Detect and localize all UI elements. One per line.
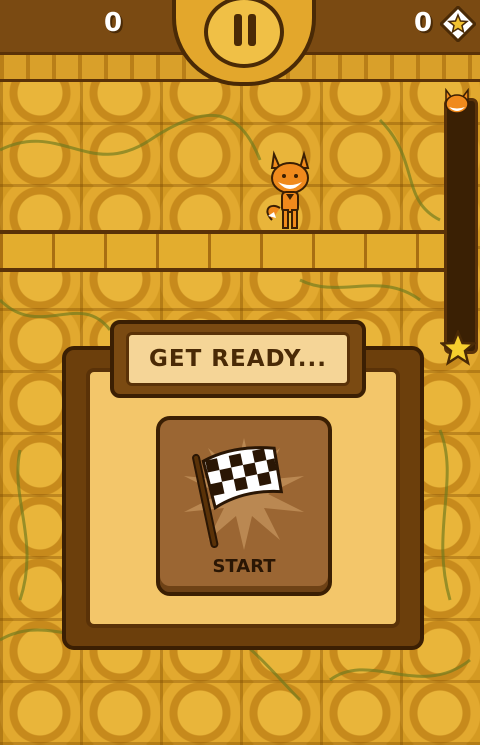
- title-banner-inner: GET READY...: [126, 332, 350, 386]
- game-screen: 0 0 GET READY... START: [0, 0, 480, 745]
- diamond-star-icon: [440, 6, 476, 42]
- dialog-title: GET READY...: [149, 346, 327, 372]
- fox-head-icon: [445, 88, 469, 114]
- pause-button[interactable]: [204, 0, 284, 68]
- pause-icon: [234, 14, 258, 46]
- fox-character: [266, 150, 310, 229]
- stone-rail: [0, 230, 444, 272]
- start-button[interactable]: START: [156, 416, 332, 596]
- title-banner: GET READY...: [110, 320, 366, 398]
- right-counter: 0: [414, 8, 433, 38]
- start-label: START: [212, 556, 276, 577]
- checkered-flag-icon: [192, 446, 284, 549]
- level-progress-bar: [444, 98, 478, 354]
- left-counter: 0: [104, 8, 123, 38]
- star-icon: [440, 330, 476, 366]
